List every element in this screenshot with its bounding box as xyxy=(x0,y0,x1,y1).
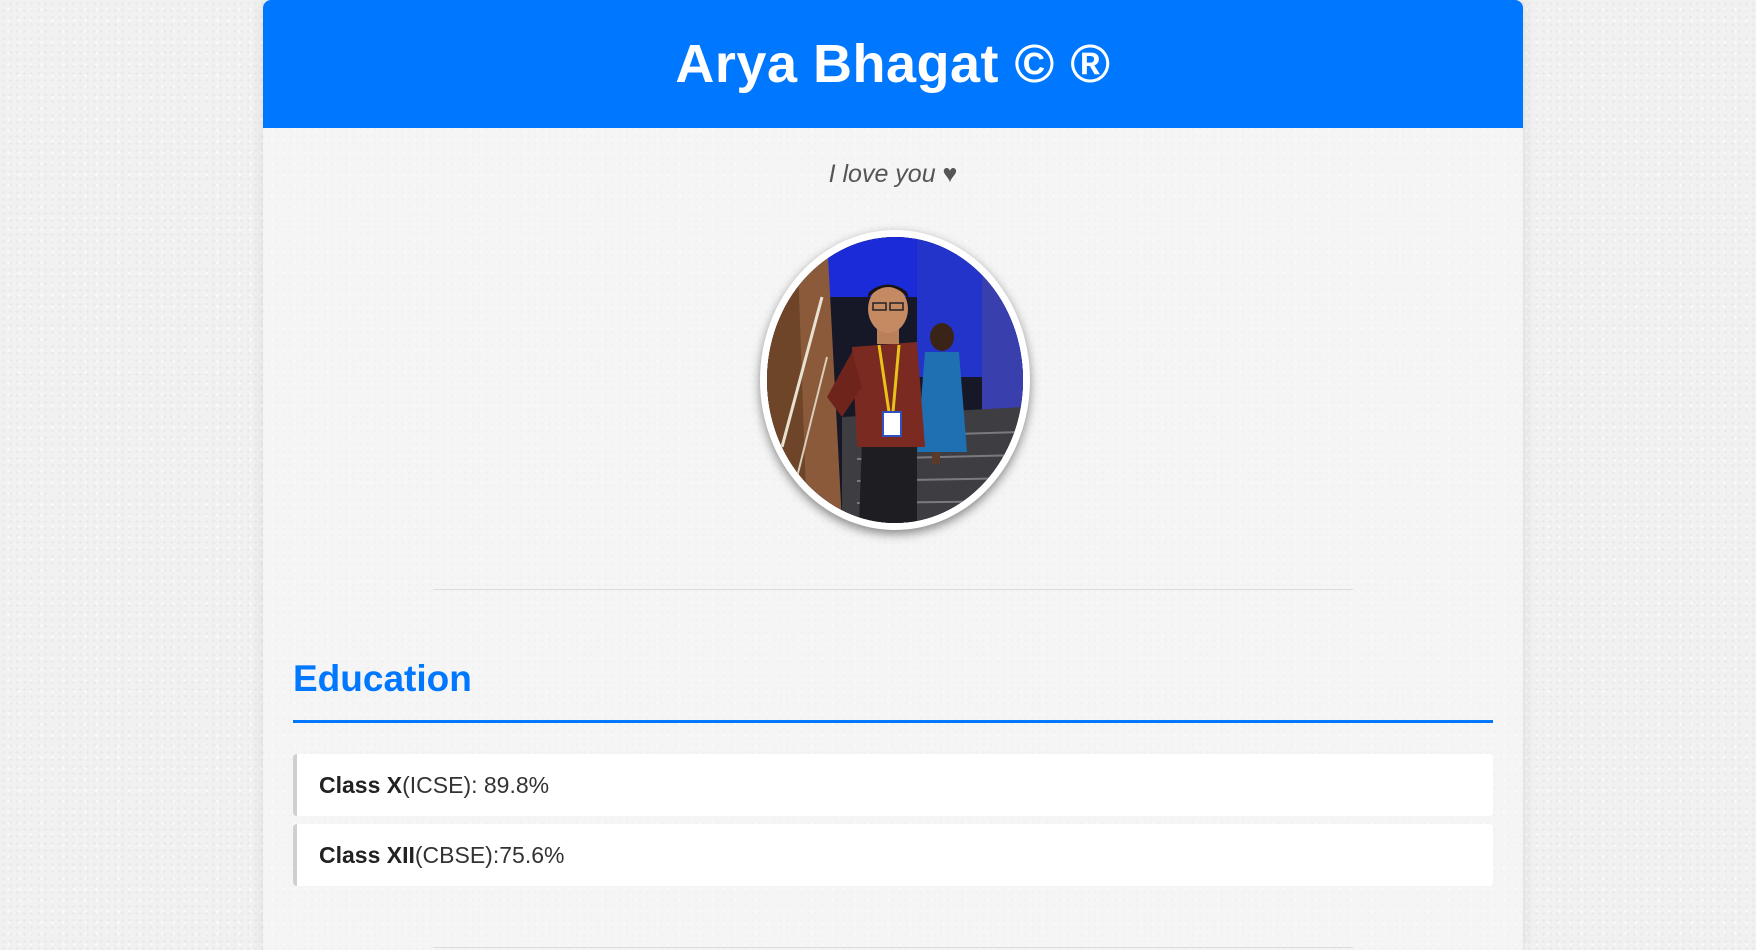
education-heading-underline xyxy=(293,720,1493,723)
list-item: Class XII (CBSE):75.6% xyxy=(293,824,1493,886)
page-container: Arya Bhagat © ® I love you ♥ Education C… xyxy=(263,0,1523,950)
section-divider xyxy=(433,589,1353,590)
section-divider xyxy=(433,947,1353,948)
list-item: Class X (ICSE): 89.8% xyxy=(293,754,1493,816)
tagline: I love you ♥ xyxy=(828,160,958,188)
page-title: Arya Bhagat © ® xyxy=(675,34,1111,94)
education-item-detail: (CBSE):75.6% xyxy=(414,841,565,868)
education-heading: Education xyxy=(293,658,472,699)
education-list: Class X (ICSE): 89.8% Class XII (CBSE):75.… xyxy=(293,754,1493,894)
avatar xyxy=(760,230,1030,530)
education-item-label: Class XII xyxy=(319,841,415,868)
site-header: Arya Bhagat © ® xyxy=(263,0,1523,128)
education-item-detail: (ICSE): 89.8% xyxy=(402,771,550,798)
education-item-label: Class X xyxy=(319,771,403,798)
avatar-photo xyxy=(767,237,1023,523)
